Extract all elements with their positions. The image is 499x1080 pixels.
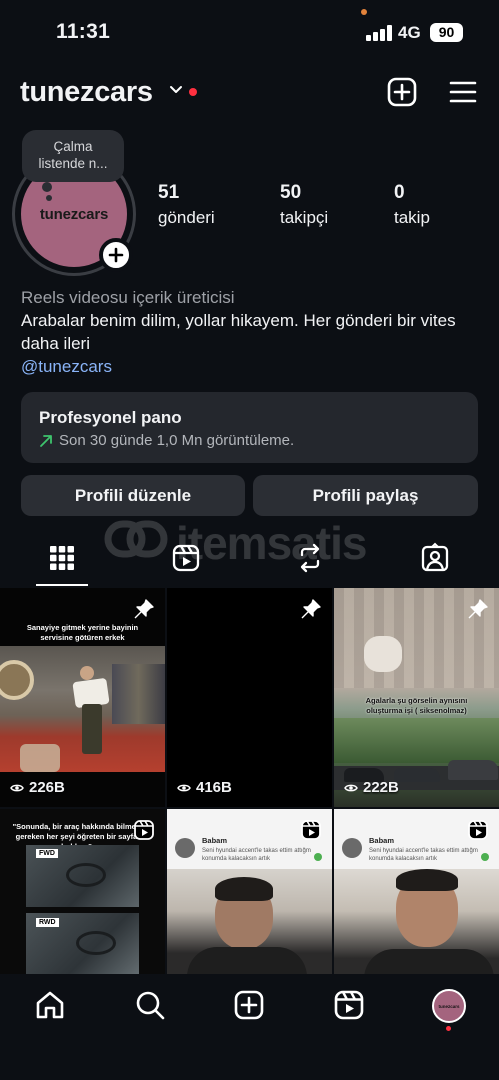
post-caption: Agalarla şu görselin aynısını oluşturma … (365, 696, 468, 715)
grid-post[interactable]: Babam Seni hyundai accent'le takas ettim… (334, 809, 499, 974)
post-thumbnail (0, 646, 165, 772)
profile-bio: Reels videosu içerik üreticisi Arabalar … (21, 286, 481, 378)
notification-dot (189, 88, 197, 96)
create-icon[interactable] (233, 989, 265, 1021)
view-count-text: 222B (363, 779, 399, 796)
stat-posts[interactable]: 51 gönderi (158, 182, 215, 228)
chat-message: Seni hyundai accent'le takas ettim attığ… (369, 848, 478, 862)
grid-post[interactable]: "Sonunda, bir araç hakkında bilmen gerek… (0, 809, 165, 974)
dashboard-title: Profesyonel pano (39, 408, 182, 427)
view-count: 416B (177, 779, 232, 796)
stat-label: takipçi (280, 208, 329, 227)
pin-icon (468, 599, 488, 619)
username-switcher[interactable]: tunezcars (20, 76, 153, 109)
active-tab-indicator (36, 584, 88, 586)
home-icon[interactable] (34, 989, 66, 1021)
battery-icon: 90 (430, 23, 463, 42)
drive-label: RWD (36, 918, 59, 927)
grid-post[interactable]: Sanayiye gitmek yerine bayinin servisine… (0, 588, 165, 807)
eye-icon (10, 784, 24, 791)
reel-icon (301, 820, 321, 840)
status-time: 11:31 (56, 20, 111, 43)
chat-name: Babam (202, 836, 228, 845)
drive-label: FWD (36, 849, 58, 858)
profile-nav-avatar[interactable]: tunezcars (432, 989, 466, 1023)
reel-icon (134, 820, 154, 840)
view-count: 222B (344, 779, 399, 796)
menu-icon[interactable] (447, 76, 479, 108)
add-story-button[interactable] (99, 238, 133, 272)
avatar-text: tunezcars (39, 205, 109, 223)
stat-label: takip (394, 208, 430, 227)
stat-count: 51 (158, 182, 180, 203)
edit-profile-button[interactable]: Profili düzenle (21, 475, 245, 516)
reel-icon (468, 820, 488, 840)
nav-avatar-text: tunezcars (438, 1003, 460, 1009)
plus-icon (108, 247, 124, 263)
create-icon[interactable] (386, 76, 418, 108)
stat-followers[interactable]: 50 takipçi (280, 182, 328, 228)
profile-tabs (0, 536, 499, 588)
view-count-text: 226B (29, 779, 65, 796)
trend-up-icon (40, 434, 52, 447)
dashboard-subtitle-row: Son 30 günde 1,0 Mn görüntüleme. (39, 432, 460, 449)
note-text: Çalma listende n... (38, 139, 108, 171)
eye-icon (344, 784, 358, 791)
grid-tab-icon[interactable] (46, 542, 78, 574)
post-thumbnail (167, 869, 332, 974)
search-icon[interactable] (134, 989, 166, 1021)
privacy-indicator (361, 9, 367, 15)
note-bubble[interactable]: Çalma listende n... (22, 130, 124, 182)
pin-icon (301, 599, 321, 619)
chat-name: Babam (369, 836, 395, 845)
grid-post[interactable]: Babam Seni hyundai accent'le takas ettim… (167, 809, 332, 974)
professional-dashboard[interactable]: Profesyonel pano Son 30 günde 1,0 Mn gör… (21, 392, 478, 463)
network-label: 4G (398, 23, 421, 42)
signal-icon (366, 24, 392, 41)
tagged-tab-icon[interactable] (419, 542, 451, 574)
grid-post[interactable]: 416B (167, 588, 332, 807)
notification-dot (446, 1026, 451, 1031)
share-profile-button[interactable]: Profili paylaş (253, 475, 478, 516)
stat-label: gönderi (158, 208, 215, 227)
note-tail (42, 182, 52, 192)
chat-message: Seni hyundai accent'le takas ettim attığ… (202, 848, 311, 862)
grid-post[interactable]: Agalarla şu görselin aynısını oluşturma … (334, 588, 499, 807)
post-thumbnail (334, 869, 499, 974)
bottom-nav: tunezcars (0, 974, 499, 1080)
pin-icon (134, 599, 154, 619)
profile-link[interactable]: @tunezcars (21, 355, 481, 378)
note-tail (46, 195, 52, 201)
view-count-text: 416B (196, 779, 232, 796)
dashboard-subtitle: Son 30 günde 1,0 Mn görüntüleme. (59, 432, 295, 449)
bio-text: Arabalar benim dilim, yollar hikayem. He… (21, 311, 456, 353)
reels-icon[interactable] (333, 989, 365, 1021)
reels-tab-icon[interactable] (170, 542, 202, 574)
stat-count: 0 (394, 182, 405, 203)
status-bar: 11:31 4G 90 (0, 0, 499, 66)
post-caption: Sanayiye gitmek yerine bayinin servisine… (26, 623, 139, 642)
profile-header: tunezcars (0, 70, 499, 116)
view-count: 226B (10, 779, 65, 796)
reposts-tab-icon[interactable] (294, 542, 326, 574)
stat-count: 50 (280, 182, 302, 203)
category-label: Reels videosu içerik üreticisi (21, 288, 235, 307)
chevron-down-icon[interactable] (168, 82, 184, 98)
posts-grid: Sanayiye gitmek yerine bayinin servisine… (0, 588, 499, 974)
eye-icon (177, 784, 191, 791)
stat-following[interactable]: 0 takip (394, 182, 430, 228)
